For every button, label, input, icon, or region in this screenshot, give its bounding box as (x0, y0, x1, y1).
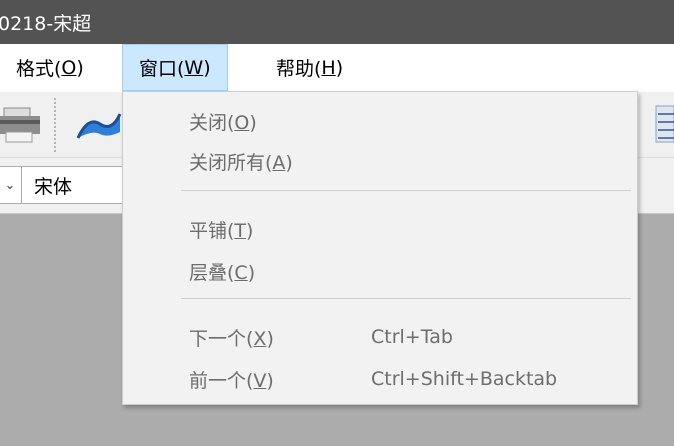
menu-item-previous[interactable]: 前一个(V) Ctrl+Shift+Backtab (123, 362, 637, 396)
menu-separator (181, 190, 631, 191)
menu-item-next-label: 下一个( (189, 327, 254, 350)
menu-format-label-end: ) (76, 56, 84, 79)
menu-item-tile[interactable]: 平铺(T) (123, 212, 637, 246)
menu-help-accesskey: H (321, 56, 336, 79)
window-title: 0218-宋超 (0, 12, 92, 35)
menu-item-previous-label-end: ) (266, 369, 274, 392)
menu-item-next[interactable]: 下一个(X) Ctrl+Tab (123, 320, 637, 354)
menu-format[interactable]: 格式(O) (0, 44, 100, 91)
menu-item-cascade[interactable]: 层叠(C) (123, 254, 637, 288)
menu-item-next-label-end: ) (266, 327, 274, 350)
chart-icon[interactable] (74, 102, 122, 146)
menu-item-previous-shortcut: Ctrl+Shift+Backtab (371, 368, 558, 390)
list-icon[interactable] (652, 102, 674, 146)
menu-item-close-label: 关闭( (189, 111, 235, 134)
menu-item-close-all-label: 关闭所有( (189, 151, 273, 174)
menu-item-next-accesskey: X (253, 327, 267, 350)
menu-item-tile-label: 平铺( (189, 219, 235, 242)
window-menu-dropdown: 关闭(O) 关闭所有(A) 平铺(T) 层叠(C) 下一个(X) Ctrl+Ta… (122, 91, 638, 405)
menu-item-cascade-label: 层叠( (189, 261, 235, 284)
menu-item-tile-accesskey: T (234, 219, 247, 242)
font-name-combobox[interactable]: ⌄ 宋体 (0, 166, 124, 204)
menu-format-label: 格式( (16, 58, 62, 80)
menu-item-close-all-label-end: ) (285, 151, 293, 174)
menu-help-label: 帮助( (276, 58, 322, 80)
menu-help-label-end: ) (335, 56, 344, 79)
menu-item-previous-label: 前一个( (189, 369, 254, 392)
menu-format-accesskey: O (61, 56, 77, 79)
title-bar: 0218-宋超 (0, 0, 674, 44)
menu-item-close-all-accesskey: A (272, 151, 286, 174)
menu-item-close-accesskey: O (234, 111, 250, 134)
menu-window[interactable]: 窗口(W) (122, 44, 228, 91)
menu-bar: 格式(O) 窗口(W) 帮助(H) (0, 44, 674, 92)
menu-separator (181, 298, 631, 299)
printer-icon[interactable] (0, 100, 42, 150)
menu-item-next-shortcut: Ctrl+Tab (371, 326, 453, 348)
menu-item-previous-accesskey: V (253, 369, 267, 392)
menu-help[interactable]: 帮助(H) (260, 44, 359, 91)
menu-item-tile-label-end: ) (246, 219, 254, 242)
menu-item-cascade-accesskey: C (234, 261, 248, 284)
menu-item-cascade-label-end: ) (247, 261, 256, 284)
toolbar-grip (54, 98, 62, 152)
menu-item-close-label-end: ) (249, 111, 257, 134)
menu-window-label-end: ) (203, 56, 211, 79)
menu-window-accesskey: W (184, 56, 204, 79)
font-name-value: 宋体 (34, 175, 73, 198)
menu-item-close-all[interactable]: 关闭所有(A) (123, 144, 637, 178)
menu-item-close[interactable]: 关闭(O) (123, 104, 637, 138)
menu-window-label: 窗口( (139, 58, 185, 80)
chevron-down-icon[interactable]: ⌄ (0, 178, 21, 193)
